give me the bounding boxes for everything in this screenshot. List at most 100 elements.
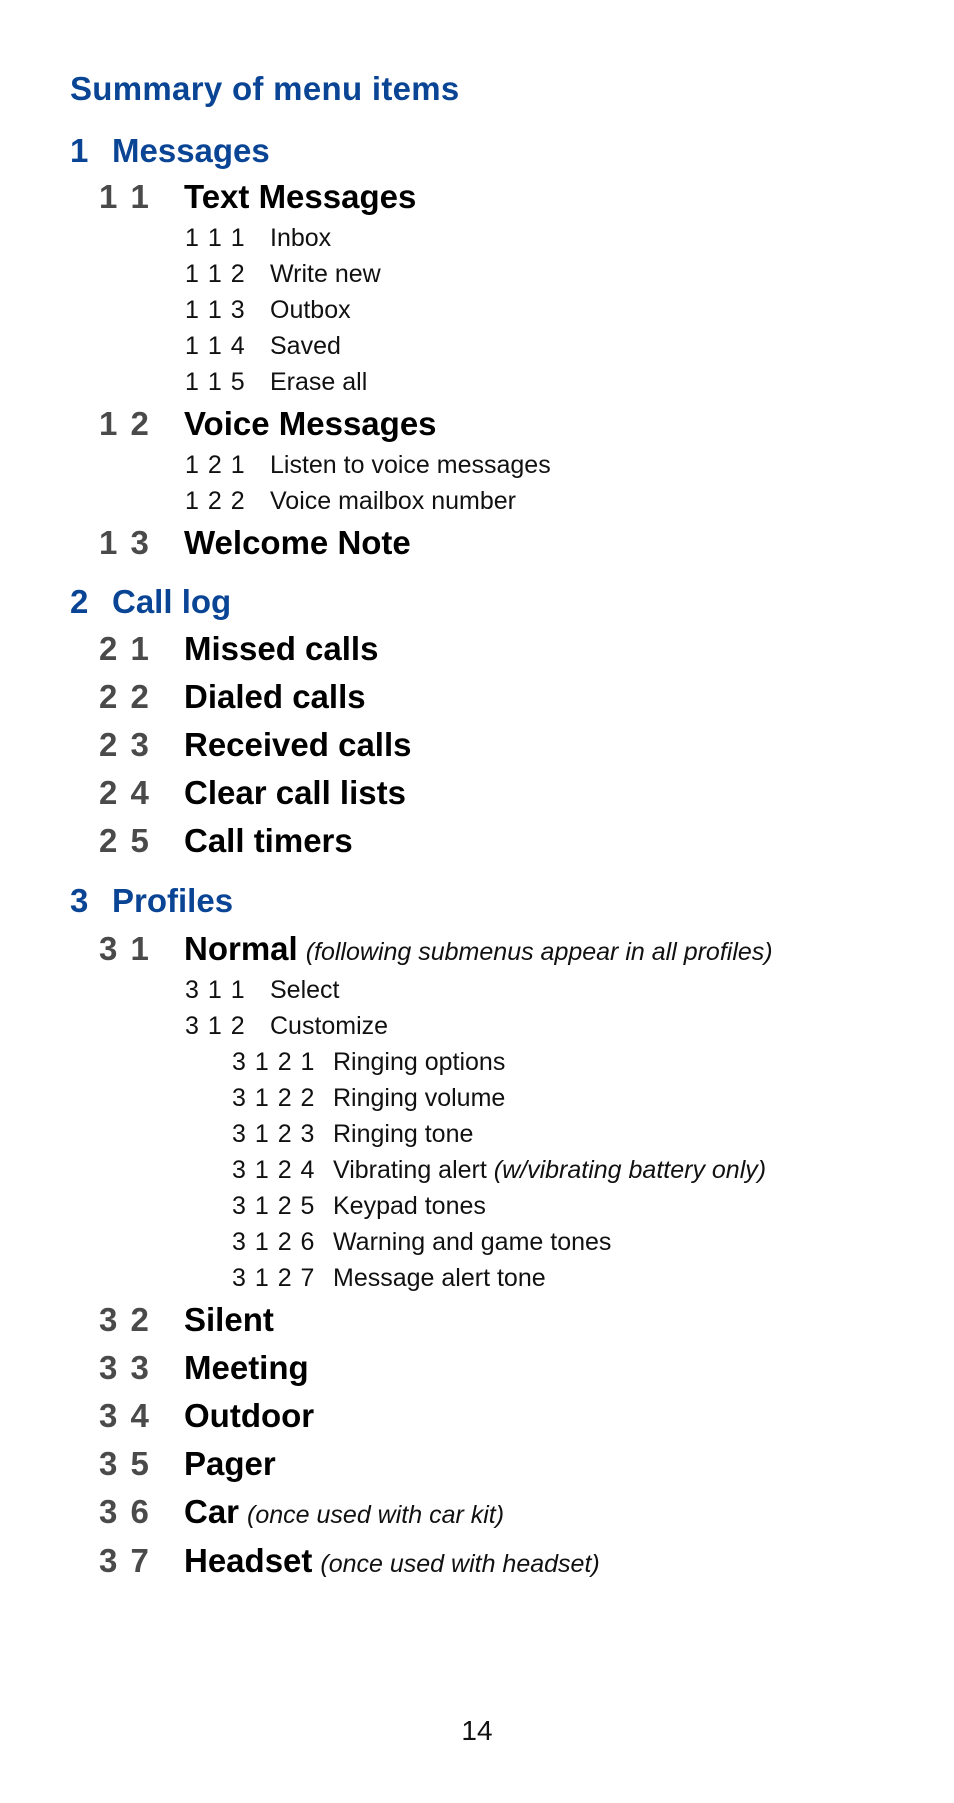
item-number: 2 3: [99, 726, 151, 763]
item-number: 3 4: [99, 1397, 151, 1434]
item-number: 3 1 2 7: [232, 1264, 316, 1292]
item-label: Silent: [184, 1301, 274, 1338]
item-label: Erase all: [270, 368, 368, 396]
list-item: 3 1 2 2 Ringing volume: [232, 1084, 505, 1113]
list-item: 3 1 2 4 Vibrating alert (w/vibrating batt…: [232, 1156, 766, 1185]
page-number: 14: [461, 1715, 493, 1746]
item-note: (w/vibrating battery only): [493, 1156, 767, 1184]
list-item: 1 1 2 Write new: [185, 260, 381, 289]
item-number: 1 1: [99, 178, 151, 215]
list-item: 3 1 2 7 Message alert tone: [232, 1264, 546, 1293]
item-number: 1 2: [99, 405, 151, 442]
item-number: 3 1 2 5: [232, 1192, 316, 1220]
item-label: Saved: [270, 332, 341, 360]
item-number: 3 1 2 3: [232, 1120, 316, 1148]
section-label: Profiles: [112, 882, 234, 919]
item-label: Text Messages: [184, 178, 417, 215]
menu-item: 2 1 Missed calls: [99, 630, 378, 668]
menu-item-welcome-note: 1 3 Welcome Note: [99, 524, 411, 562]
item-number: 3 1 2 4: [232, 1156, 316, 1184]
item-label: Ringing volume: [333, 1084, 506, 1112]
item-number: 1 1 2: [185, 260, 246, 288]
item-label: Customize: [270, 1012, 389, 1040]
menu-item: 2 4 Clear call lists: [99, 774, 406, 812]
item-label: Vibrating alert: [333, 1156, 487, 1184]
item-number: 3 7: [99, 1542, 151, 1579]
item-label: Meeting: [184, 1349, 309, 1386]
list-item: 3 1 2 Customize: [185, 1012, 388, 1041]
item-number: 1 1 4: [185, 332, 246, 360]
menu-item: 3 4 Outdoor: [99, 1397, 314, 1435]
item-label: Outdoor: [184, 1397, 315, 1434]
item-number: 1 1 1: [185, 224, 246, 252]
list-item: 1 1 1 Inbox: [185, 224, 331, 253]
item-number: 1 2 2: [185, 487, 246, 515]
menu-item: 3 2 Silent: [99, 1301, 274, 1339]
menu-item: 3 7 Headset (once used with headset): [99, 1542, 600, 1580]
list-item: 3 1 2 5 Keypad tones: [232, 1192, 486, 1221]
item-number: 3 3: [99, 1349, 151, 1386]
menu-item: 2 5 Call timers: [99, 822, 353, 860]
item-number: 1 1 3: [185, 296, 246, 324]
item-label: Call timers: [184, 822, 353, 859]
menu-item-text-messages: 1 1 Text Messages: [99, 178, 416, 216]
item-note: (once used with car kit): [247, 1501, 505, 1529]
item-number: 2 1: [99, 630, 151, 667]
menu-item: 2 2 Dialed calls: [99, 678, 366, 716]
item-number: 3 6: [99, 1493, 151, 1530]
item-label: Dialed calls: [184, 678, 366, 715]
section-messages: 1 Messages: [70, 132, 270, 170]
list-item: 1 1 5 Erase all: [185, 368, 367, 397]
manual-page: Summary of menu items 1 Messages 1 1 Text …: [0, 0, 954, 1803]
section-label: Call log: [112, 583, 232, 620]
item-label: Welcome Note: [184, 524, 411, 561]
item-note: (following submenus appear in all profil…: [305, 938, 773, 966]
item-number: 2 2: [99, 678, 151, 715]
item-label: Write new: [270, 260, 381, 288]
list-item: 3 1 2 1 Ringing options: [232, 1048, 505, 1077]
item-label: Message alert tone: [333, 1264, 546, 1292]
item-number: 3 1 1: [185, 976, 246, 1004]
item-label: Outbox: [270, 296, 351, 324]
item-number: 3 2: [99, 1301, 151, 1338]
item-number: 3 1 2 6: [232, 1228, 316, 1256]
section-number: 1: [70, 132, 89, 169]
item-number: 3 1 2 2: [232, 1084, 316, 1112]
menu-item: 3 6 Car (once used with car kit): [99, 1493, 504, 1531]
list-item: 3 1 2 6 Warning and game tones: [232, 1228, 611, 1257]
menu-item: 3 3 Meeting: [99, 1349, 309, 1387]
menu-item-voice-messages: 1 2 Voice Messages: [99, 405, 437, 443]
item-label: Car: [184, 1493, 240, 1530]
item-note: (once used with headset): [320, 1550, 600, 1578]
section-number: 2: [70, 583, 89, 620]
item-number: 2 4: [99, 774, 151, 811]
item-label: Voice mailbox number: [270, 487, 516, 515]
list-item: 1 2 1 Listen to voice messages: [185, 451, 551, 480]
item-number: 3 5: [99, 1445, 151, 1482]
section-label: Messages: [112, 132, 270, 169]
item-number: 1 1 5: [185, 368, 246, 396]
menu-item-normal: 3 1 Normal (following submenus appear in a…: [99, 930, 773, 968]
item-label: Headset: [184, 1542, 313, 1579]
item-label: Listen to voice messages: [270, 451, 551, 479]
item-number: 3 1: [99, 930, 151, 967]
list-item: 1 1 3 Outbox: [185, 296, 351, 325]
item-label: Keypad tones: [333, 1192, 486, 1220]
list-item: 1 1 4 Saved: [185, 332, 341, 361]
menu-item: 2 3 Received calls: [99, 726, 412, 764]
item-label: Normal: [184, 930, 298, 967]
item-number: 1 2 1: [185, 451, 246, 479]
item-number: 1 3: [99, 524, 151, 561]
item-label: Ringing options: [333, 1048, 506, 1076]
item-label: Missed calls: [184, 630, 379, 667]
list-item: 1 2 2 Voice mailbox number: [185, 487, 516, 516]
section-call-log: 2 Call log: [70, 583, 231, 621]
item-number: 2 5: [99, 822, 151, 859]
item-number: 3 1 2: [185, 1012, 246, 1040]
item-label: Received calls: [184, 726, 412, 763]
section-profiles: 3 Profiles: [70, 882, 233, 920]
item-label: Ringing tone: [333, 1120, 474, 1148]
list-item: 3 1 1 Select: [185, 976, 339, 1005]
item-label: Warning and game tones: [333, 1228, 612, 1256]
item-label: Inbox: [270, 224, 332, 252]
